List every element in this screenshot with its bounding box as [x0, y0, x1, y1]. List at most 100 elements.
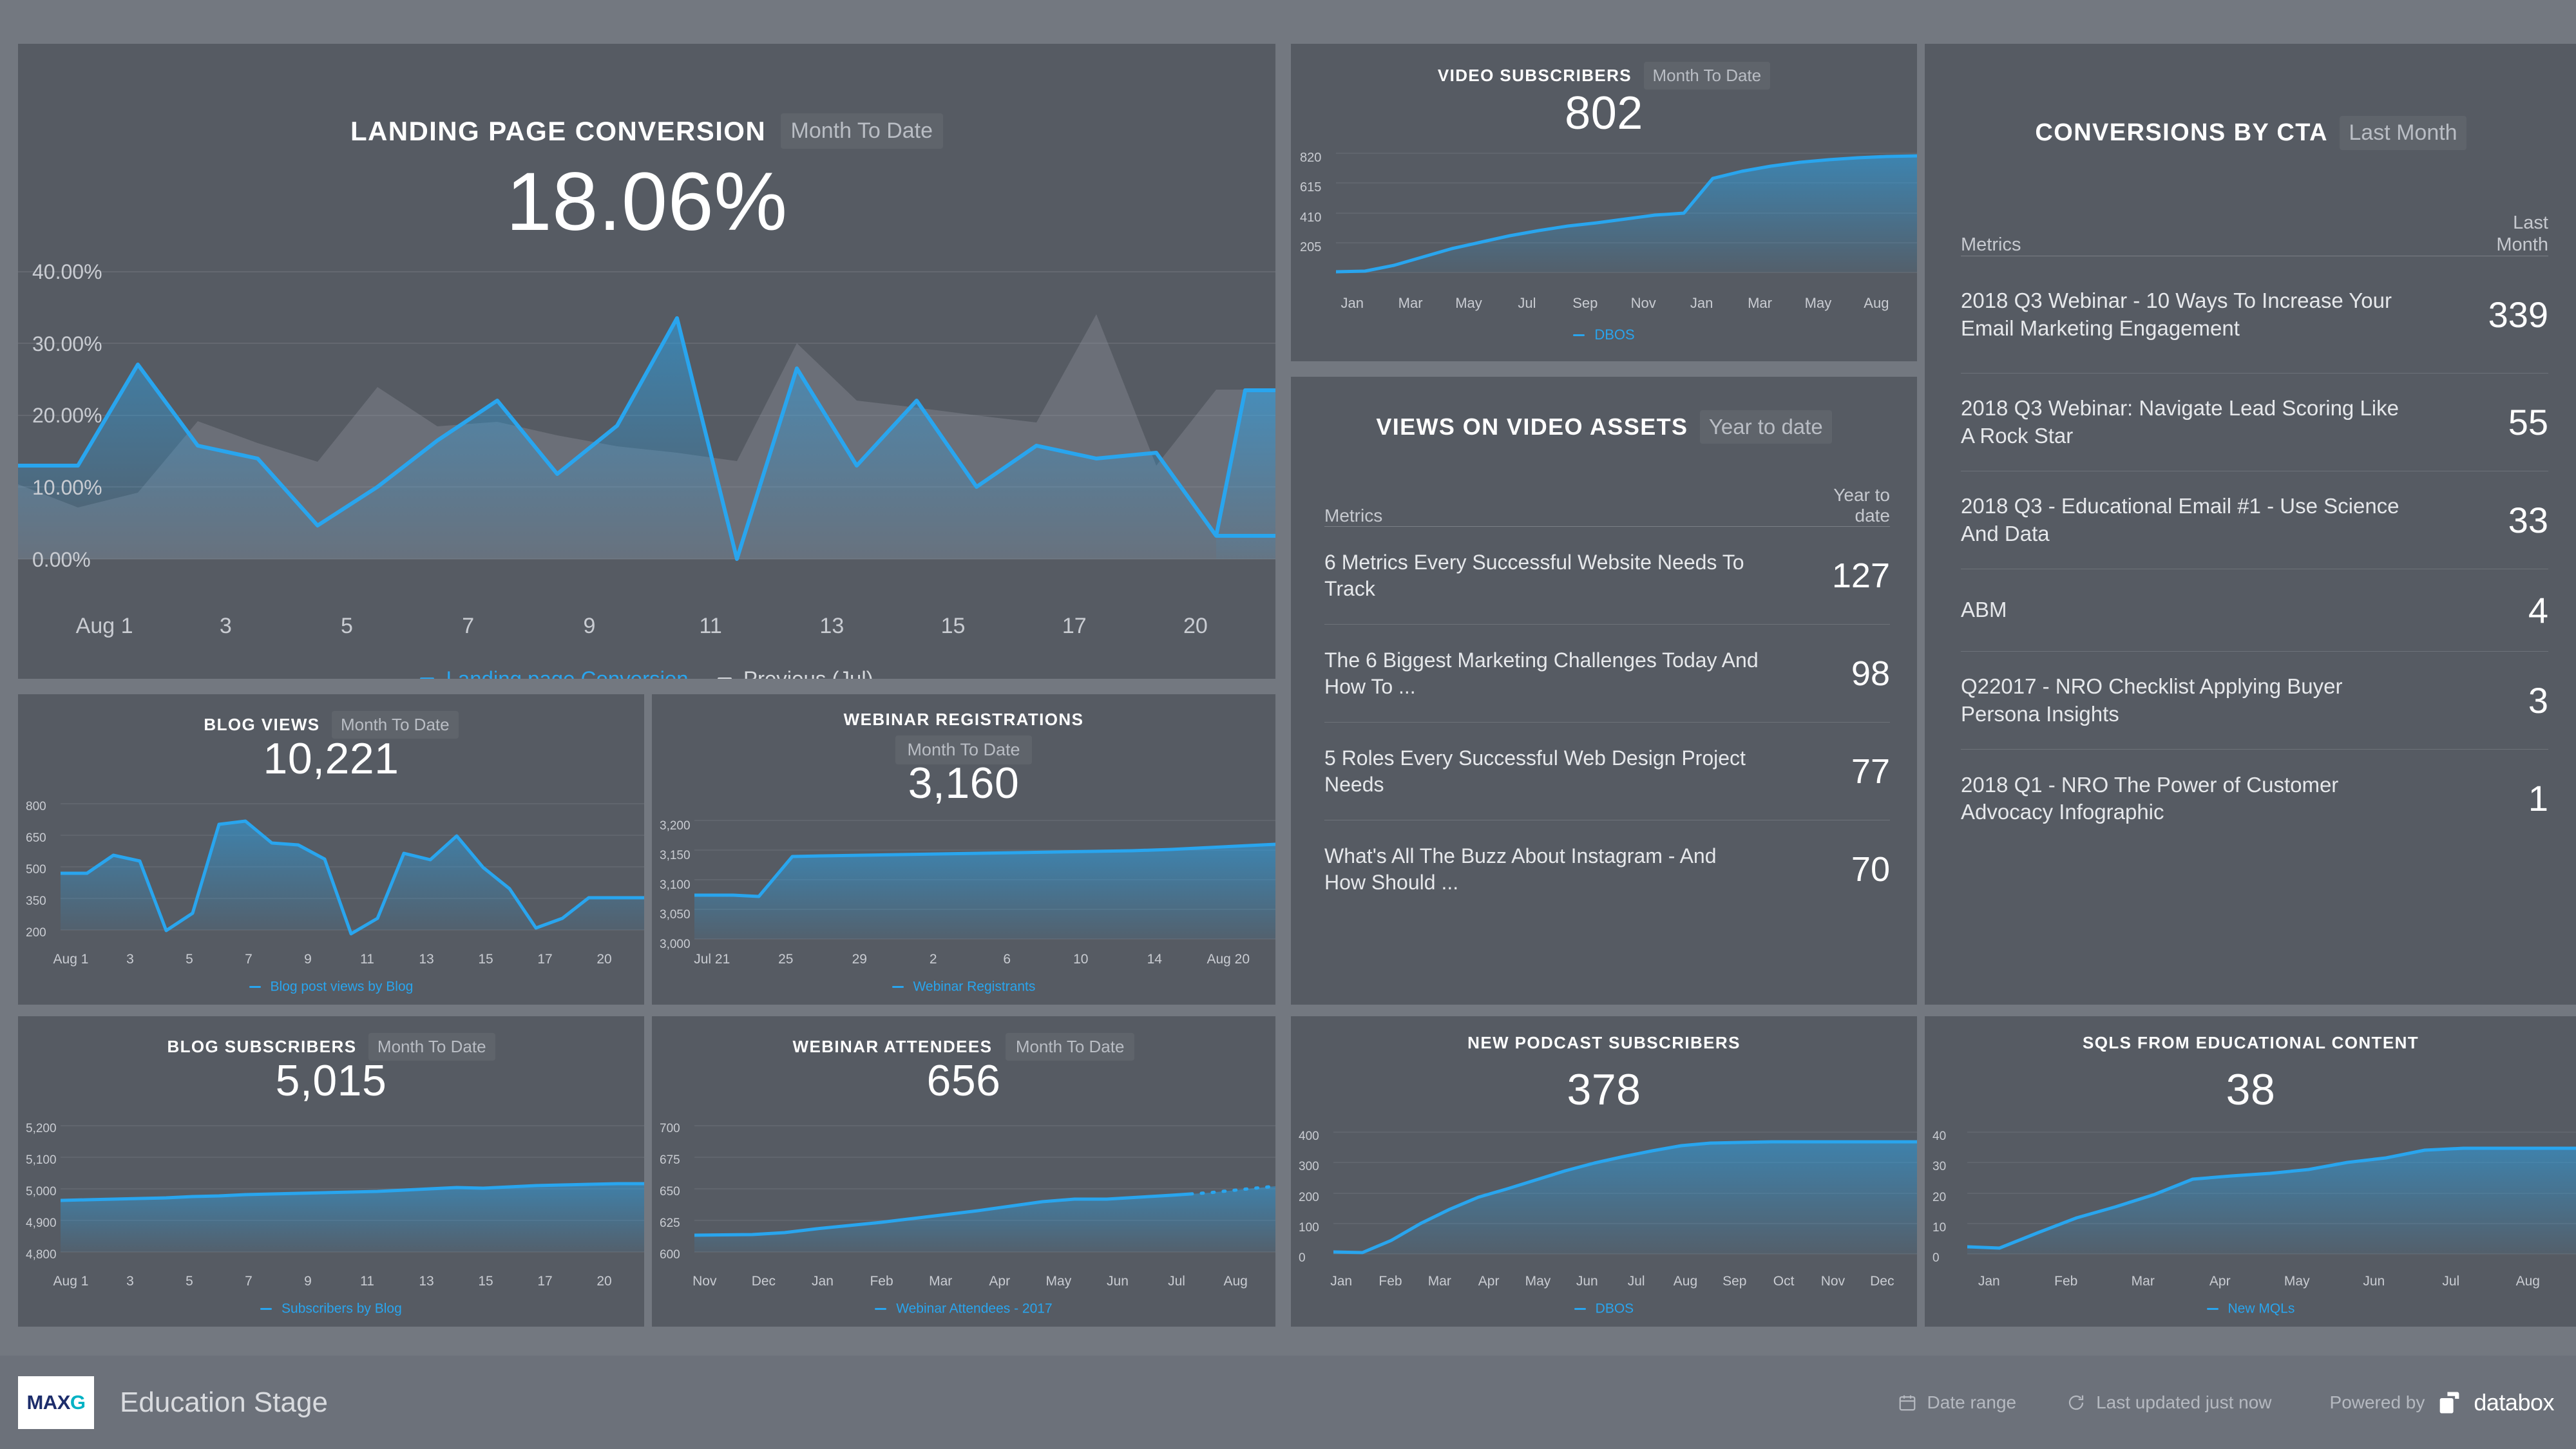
table-row[interactable]: ABM 4 — [1961, 569, 2548, 652]
panel-title: WEBINAR REGISTRATIONS — [843, 710, 1084, 729]
panel-title: VIEWS ON VIDEO ASSETS — [1376, 413, 1688, 440]
x-tick: Sep — [1722, 1274, 1747, 1289]
panel-video-subscribers[interactable]: VIDEO SUBSCRIBERS Month To Date 802 820 … — [1291, 44, 1917, 361]
panel-date-range[interactable]: Month To Date — [1005, 1033, 1135, 1061]
panel-blog-views[interactable]: BLOG VIEWS Month To Date 10,221 800 650 … — [18, 694, 644, 1005]
table-row[interactable]: 2018 Q3 Webinar - 10 Ways To Increase Yo… — [1961, 256, 2548, 374]
legend-swatch-icon — [420, 677, 435, 679]
y-tick: 40 — [1932, 1130, 1947, 1143]
panel-title: NEW PODCAST SUBSCRIBERS — [1467, 1033, 1741, 1052]
blog-subscribers-chart[interactable] — [61, 1119, 644, 1262]
y-tick: 3,200 — [660, 819, 691, 833]
x-tick: 20 — [596, 952, 612, 967]
date-range-button[interactable]: Date range — [1898, 1392, 2016, 1413]
chart-legend: Landing page Conversion Previous (Jul) — [18, 665, 1275, 679]
panel-blog-subscribers[interactable]: BLOG SUBSCRIBERS Month To Date 5,015 5,2… — [18, 1016, 644, 1327]
video-subscribers-chart[interactable] — [1336, 148, 1917, 282]
legend-label: DBOS — [1595, 1301, 1634, 1316]
series-dbos-area — [1336, 156, 1917, 272]
panel-date-range[interactable]: Month To Date — [368, 1033, 495, 1061]
panel-date-range[interactable]: Year to date — [1699, 410, 1832, 444]
legend-item-landing-page-conversion[interactable]: Landing page Conversion — [420, 665, 689, 679]
y-tick: 5,100 — [26, 1153, 57, 1167]
panel-webinar-attendees[interactable]: WEBINAR ATTENDEES Month To Date 656 700 … — [652, 1016, 1275, 1327]
table-row[interactable]: 2018 Q3 Webinar: Navigate Lead Scoring L… — [1961, 374, 2548, 471]
chart-legend: Blog post views by Blog — [18, 979, 644, 994]
landing-page-conversion-chart[interactable] — [18, 256, 1275, 582]
panel-date-range[interactable]: Month To Date — [1643, 62, 1771, 90]
sqls-chart[interactable] — [1967, 1127, 2576, 1262]
metric-value: 656 — [926, 1056, 1001, 1105]
legend-item-previous-jul[interactable]: Previous (Jul) — [717, 665, 873, 679]
x-tick: Aug 1 — [53, 952, 89, 967]
row-value: 33 — [2508, 499, 2548, 540]
metric-value: 38 — [2226, 1065, 2276, 1114]
x-tick: 15 — [478, 1274, 493, 1289]
webinar-registrations-chart[interactable] — [694, 817, 1275, 943]
y-tick: 100 — [1299, 1221, 1319, 1235]
legend-item-subscribers-by-blog[interactable]: Subscribers by Blog — [260, 1301, 402, 1316]
blog-views-chart[interactable] — [61, 797, 644, 940]
x-tick: Jun — [1107, 1274, 1129, 1289]
legend-item-webinar-attendees-2017[interactable]: Webinar Attendees - 2017 — [875, 1301, 1053, 1316]
x-tick: 17 — [537, 952, 553, 967]
panel-header: SQLS FROM EDUCATIONAL CONTENT — [1925, 1033, 2576, 1053]
x-tick: 11 — [360, 952, 374, 967]
x-tick: 15 — [940, 614, 966, 638]
panel-date-range[interactable]: Last Month — [2340, 116, 2466, 150]
legend-item-webinar-registrants[interactable]: Webinar Registrants — [892, 979, 1036, 994]
chart-svg — [694, 1125, 1275, 1253]
y-tick: 30.00% — [32, 332, 102, 355]
x-tick: 5 — [186, 1274, 193, 1289]
row-value: 98 — [1851, 654, 1890, 693]
dashboard-footer: MAX G Education Stage Date range Last up… — [0, 1356, 2576, 1449]
databox-brand[interactable]: databox — [2436, 1388, 2554, 1417]
panel-title: BLOG VIEWS — [204, 715, 320, 734]
row-value: 70 — [1851, 850, 1890, 889]
panel-landing-page-conversion[interactable]: LANDING PAGE CONVERSION Month To Date 18… — [18, 44, 1275, 679]
legend-swatch-icon — [1573, 334, 1585, 336]
video-assets-table: Metrics Year to date 6 Metrics Every Suc… — [1324, 477, 1890, 918]
table-row[interactable]: 2018 Q3 - Educational Email #1 - Use Sci… — [1961, 471, 2548, 569]
x-tick: 3 — [126, 952, 134, 967]
y-tick: 600 — [660, 1248, 680, 1262]
table-row[interactable]: What's All The Buzz About Instagram - An… — [1324, 820, 1890, 918]
table-row[interactable]: 6 Metrics Every Successful Website Needs… — [1324, 527, 1890, 625]
new-podcast-subscribers-chart[interactable] — [1333, 1127, 1917, 1262]
webinar-attendees-chart[interactable] — [694, 1119, 1275, 1262]
legend-item-new-mqls[interactable]: New MQLs — [2206, 1301, 2295, 1316]
chart-svg — [18, 271, 1275, 561]
table-row[interactable]: Q22017 - NRO Checklist Applying Buyer Pe… — [1961, 652, 2548, 750]
panel-views-on-video-assets[interactable]: VIEWS ON VIDEO ASSETS Year to date Metri… — [1291, 377, 1917, 1005]
panel-webinar-registrations[interactable]: WEBINAR REGISTRATIONS Month To Date 3,16… — [652, 694, 1275, 1005]
panel-sqls-from-educational-content[interactable]: SQLS FROM EDUCATIONAL CONTENT 38 40 30 2… — [1925, 1016, 2576, 1327]
x-tick: Jan — [1330, 1274, 1353, 1289]
x-tick: Nov — [1820, 1274, 1846, 1289]
panel-date-range[interactable]: Month To Date — [780, 113, 944, 149]
legend-label: Webinar Registrants — [913, 979, 1036, 994]
y-tick: 4,900 — [26, 1217, 57, 1230]
panel-header: LANDING PAGE CONVERSION Month To Date — [18, 113, 1275, 149]
table-row[interactable]: 5 Roles Every Successful Web Design Proj… — [1324, 723, 1890, 820]
row-value: 3 — [2528, 679, 2548, 721]
x-tick: Sep — [1572, 295, 1598, 311]
row-label: 2018 Q3 Webinar - 10 Ways To Increase Yo… — [1961, 289, 2392, 340]
x-tick: 13 — [819, 614, 844, 638]
y-tick: 20.00% — [32, 404, 102, 427]
x-tick: May — [2284, 1274, 2310, 1289]
panel-conversions-by-cta[interactable]: CONVERSIONS BY CTA Last Month Metrics La… — [1925, 44, 2576, 1005]
x-axis-labels: Jan Feb Mar Apr May Jun Jul Aug Sep Oct … — [1317, 1274, 1907, 1289]
table-row[interactable]: The 6 Biggest Marketing Challenges Today… — [1324, 625, 1890, 723]
row-value: 55 — [2508, 401, 2548, 442]
table-row[interactable]: 2018 Q1 - NRO The Power of Customer Advo… — [1961, 750, 2548, 848]
x-tick: Jan — [1978, 1274, 2000, 1289]
panel-header: NEW PODCAST SUBSCRIBERS — [1291, 1033, 1917, 1053]
panel-new-podcast-subscribers[interactable]: NEW PODCAST SUBSCRIBERS 378 400 300 200 … — [1291, 1016, 1917, 1327]
x-tick: Mar — [1748, 295, 1772, 311]
x-tick: 20 — [596, 1274, 612, 1289]
legend-item-dbos[interactable]: DBOS — [1573, 326, 1635, 343]
logo-text-max: MAX — [26, 1390, 70, 1414]
legend-item-dbos[interactable]: DBOS — [1574, 1301, 1634, 1316]
legend-item-blog-post-views-by-blog[interactable]: Blog post views by Blog — [249, 979, 413, 994]
last-updated-status[interactable]: Last updated just now — [2066, 1392, 2272, 1413]
